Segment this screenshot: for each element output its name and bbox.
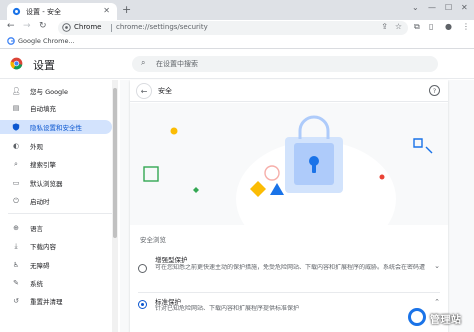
tab-search-icon[interactable]: ⌄ xyxy=(412,3,419,12)
browser-icon: ▭ xyxy=(12,179,20,187)
profile-icon[interactable]: ● xyxy=(445,22,452,31)
clipboard-icon: ▤ xyxy=(12,104,20,112)
arrow-left-icon: ← xyxy=(140,86,148,96)
watermark-logo-icon xyxy=(408,308,426,326)
omnibox-chip: Chrome xyxy=(74,23,102,31)
settings-search[interactable]: ⌕ xyxy=(132,56,438,72)
option-standard-protection[interactable]: 标准保护 针对已知危险网站、下载内容和扩展程序提供标准保护 ⌃ xyxy=(130,294,448,324)
power-icon: ⏻ xyxy=(13,196,19,205)
security-illustration xyxy=(130,103,448,225)
minimize-icon[interactable]: — xyxy=(428,3,436,12)
section-safe-browsing-label: 安全浏览 xyxy=(140,236,166,244)
tab-settings-security[interactable]: 设置 - 安全 ✕ xyxy=(7,3,117,20)
sidebar-item-label: 重置并清理 xyxy=(30,298,63,306)
bookmark-star-icon[interactable]: ☆ xyxy=(395,22,402,31)
sidebar-item-label: 下载内容 xyxy=(30,243,56,251)
sidebar-item-label: 无障碍 xyxy=(30,262,50,270)
menu-icon[interactable]: ⋮ xyxy=(462,22,470,31)
close-window-icon[interactable]: ✕ xyxy=(461,3,468,12)
sidebar-item-label: 隐私设置和安全性 xyxy=(30,124,82,132)
sidebar-item-label: 启动时 xyxy=(30,198,50,206)
sidebar-item-search-engine[interactable]: ⌕ 搜索引擎 xyxy=(0,157,112,171)
sidebar-item-label: 语言 xyxy=(30,225,43,233)
card-title: 安全 xyxy=(158,87,172,95)
sidebar-scrollbar[interactable] xyxy=(112,80,118,332)
back-button[interactable]: ← xyxy=(136,83,152,99)
security-card: ← 安全 ? 安全浏览 增强型保护 可在您知悉之前更快速主动的保护措施，免受危险… xyxy=(130,80,448,332)
side-panel-icon[interactable]: ▯ xyxy=(429,22,433,31)
reset-icon: ↺ xyxy=(13,297,19,305)
scrollbar-thumb[interactable] xyxy=(113,88,117,238)
help-icon[interactable]: ? xyxy=(429,85,440,96)
option-description: 针对已知危险网站、下载内容和扩展程序提供标准保护 xyxy=(155,305,300,312)
sidebar: 👤︎ 您与 Google ▤ 自动填充 隐私设置和安全性 ◐ 外观 ⌕ 搜索引擎… xyxy=(0,80,120,332)
settings-header: 设置 ⌕ xyxy=(0,49,474,79)
sidebar-item-accessibility[interactable]: ♿︎ 无障碍 xyxy=(0,258,112,272)
back-icon[interactable]: ← xyxy=(7,21,15,31)
sidebar-item-appearance[interactable]: ◐ 外观 xyxy=(0,139,112,153)
address-bar[interactable]: Chrome chrome://settings/security ⇪ ☆ xyxy=(58,21,408,35)
option-enhanced-protection[interactable]: 增强型保护 可在您知悉之前更快速主动的保护措施，免受危险网站、下载内容和扩展程序… xyxy=(130,250,448,294)
share-icon[interactable]: ⇪ xyxy=(381,22,388,31)
enhanced-protection-radio[interactable] xyxy=(138,264,147,273)
person-icon: 👤︎ xyxy=(11,87,21,95)
close-tab-icon[interactable]: ✕ xyxy=(103,6,110,15)
sidebar-item-system[interactable]: ✎ 系统 xyxy=(0,276,112,290)
sidebar-item-label: 自动填充 xyxy=(30,105,56,113)
chrome-icon xyxy=(62,23,71,32)
tab-strip: 设置 - 安全 ✕ + ⌄ — ☐ ✕ xyxy=(0,0,474,20)
search-icon: ⌕ xyxy=(14,159,18,168)
sidebar-divider xyxy=(8,213,112,214)
option-title: 增强型保护 xyxy=(155,256,188,264)
sidebar-item-label: 系统 xyxy=(30,280,43,288)
sidebar-item-default-browser[interactable]: ▭ 默认浏览器 xyxy=(0,176,112,190)
sidebar-item-label: 默认浏览器 xyxy=(30,180,63,188)
sidebar-item-languages[interactable]: ⊕ 语言 xyxy=(0,221,112,235)
download-icon: ⤓ xyxy=(14,241,18,250)
maximize-icon[interactable]: ☐ xyxy=(445,3,452,12)
forward-icon[interactable]: → xyxy=(23,21,31,31)
accessibility-icon: ♿︎ xyxy=(12,261,20,269)
option-divider xyxy=(138,292,440,293)
sidebar-item-label: 外观 xyxy=(30,143,43,151)
standard-protection-radio[interactable] xyxy=(138,300,147,309)
reload-icon[interactable]: ↻ xyxy=(39,21,47,31)
chevron-down-icon[interactable]: ⌄ xyxy=(434,262,440,270)
url-text[interactable]: chrome://settings/security xyxy=(116,23,208,31)
sidebar-item-privacy[interactable]: 隐私设置和安全性 xyxy=(0,120,112,134)
sidebar-item-on-startup[interactable]: ⏻ 启动时 xyxy=(0,194,112,208)
page-title: 设置 xyxy=(33,59,55,72)
sidebar-item-downloads[interactable]: ⤓ 下载内容 xyxy=(0,239,112,253)
sidebar-item-reset[interactable]: ↺ 重置并清理 xyxy=(0,294,112,308)
sidebar-item-label: 您与 Google xyxy=(30,88,68,96)
chevron-up-icon[interactable]: ⌃ xyxy=(434,298,440,306)
bookmarks-bar: Google Chrome... xyxy=(0,36,474,49)
bookmark-item[interactable]: Google Chrome... xyxy=(7,37,75,45)
google-icon xyxy=(7,37,15,45)
toolbar: ← → ↻ Chrome chrome://settings/security … xyxy=(0,20,474,36)
watermark: 管理站 xyxy=(408,306,468,330)
sidebar-item-you-and-google[interactable]: 👤︎ 您与 Google xyxy=(0,84,112,98)
new-tab-button[interactable]: + xyxy=(122,3,131,16)
sidebar-item-label: 搜索引擎 xyxy=(30,161,56,169)
gear-icon xyxy=(12,7,21,16)
globe-icon: ⊕ xyxy=(13,224,19,232)
search-input[interactable] xyxy=(156,58,426,70)
card-header: ← 安全 ? xyxy=(130,80,448,102)
chrome-logo-icon xyxy=(10,57,23,70)
palette-icon: ◐ xyxy=(12,142,20,150)
search-icon: ⌕ xyxy=(141,58,146,67)
option-description: 可在您知悉之前更快速主动的保护措施，免受危险网站、下载内容和扩展程序的威胁。系统… xyxy=(155,264,425,271)
extensions-icon[interactable]: ⧉ xyxy=(414,22,420,32)
shield-icon xyxy=(12,123,20,131)
omnibox-separator xyxy=(111,24,112,32)
watermark-text: 管理站 xyxy=(430,315,462,326)
bookmark-label: Google Chrome... xyxy=(18,37,75,45)
tab-title: 设置 - 安全 xyxy=(26,8,61,16)
wrench-icon: ✎ xyxy=(13,279,19,287)
sidebar-item-autofill[interactable]: ▤ 自动填充 xyxy=(0,101,112,115)
